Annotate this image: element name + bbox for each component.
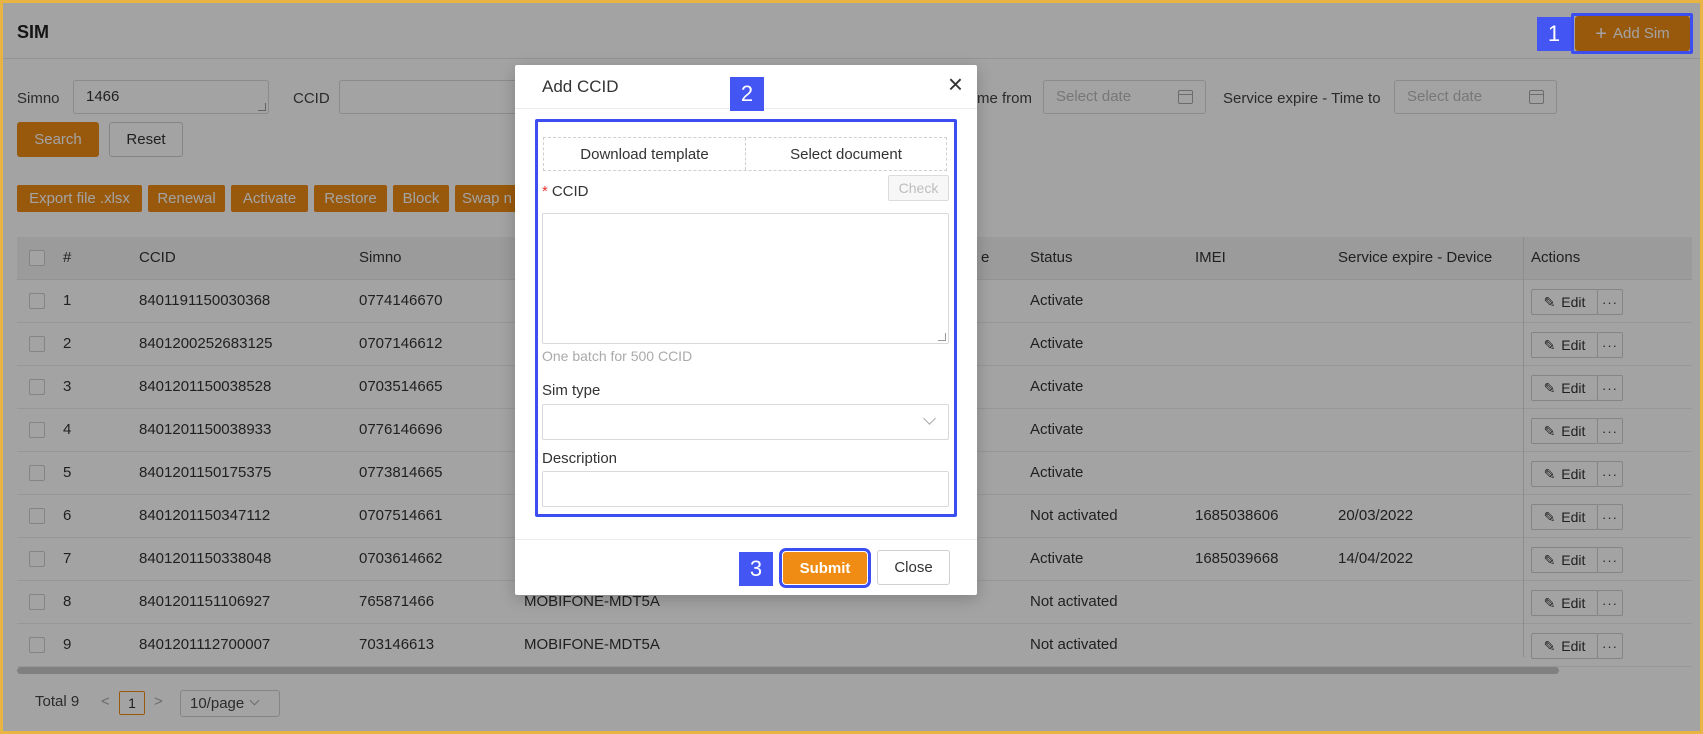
submit-button[interactable]: Submit	[779, 548, 871, 588]
add-ccid-modal: Add CCID × 2 Download template Select do…	[515, 65, 977, 595]
ccid-help-text: One batch for 500 CCID	[542, 348, 693, 364]
resize-handle-icon	[938, 333, 946, 341]
sim-type-label: Sim type	[542, 382, 601, 399]
chevron-down-icon	[923, 412, 936, 425]
description-label: Description	[542, 450, 618, 467]
modal-title: Add CCID	[542, 77, 619, 96]
annotation-badge-2: 2	[730, 77, 764, 111]
required-mark: *	[542, 183, 548, 200]
check-button[interactable]: Check	[888, 175, 949, 201]
close-button[interactable]: Close	[877, 550, 950, 585]
upload-area: Download template Select document	[543, 137, 947, 171]
ccid-label-text: CCID	[551, 183, 589, 200]
download-template-button[interactable]: Download template	[544, 138, 745, 170]
annotation-badge-1: 1	[1537, 17, 1571, 51]
annotation-badge-3: 3	[739, 552, 773, 586]
modal-footer: 3 Submit Close	[515, 539, 977, 595]
ccid-textarea[interactable]	[542, 213, 949, 344]
sim-type-select[interactable]	[542, 404, 949, 440]
ccid-field-label: * CCID	[542, 183, 589, 200]
close-icon[interactable]: ×	[948, 71, 963, 97]
app-frame: SIM + Add Sim Simno 1466 CCID me from Se…	[0, 0, 1703, 734]
select-document-button[interactable]: Select document	[746, 138, 946, 170]
description-input[interactable]	[542, 471, 949, 507]
highlight-add-sim	[1571, 13, 1693, 54]
